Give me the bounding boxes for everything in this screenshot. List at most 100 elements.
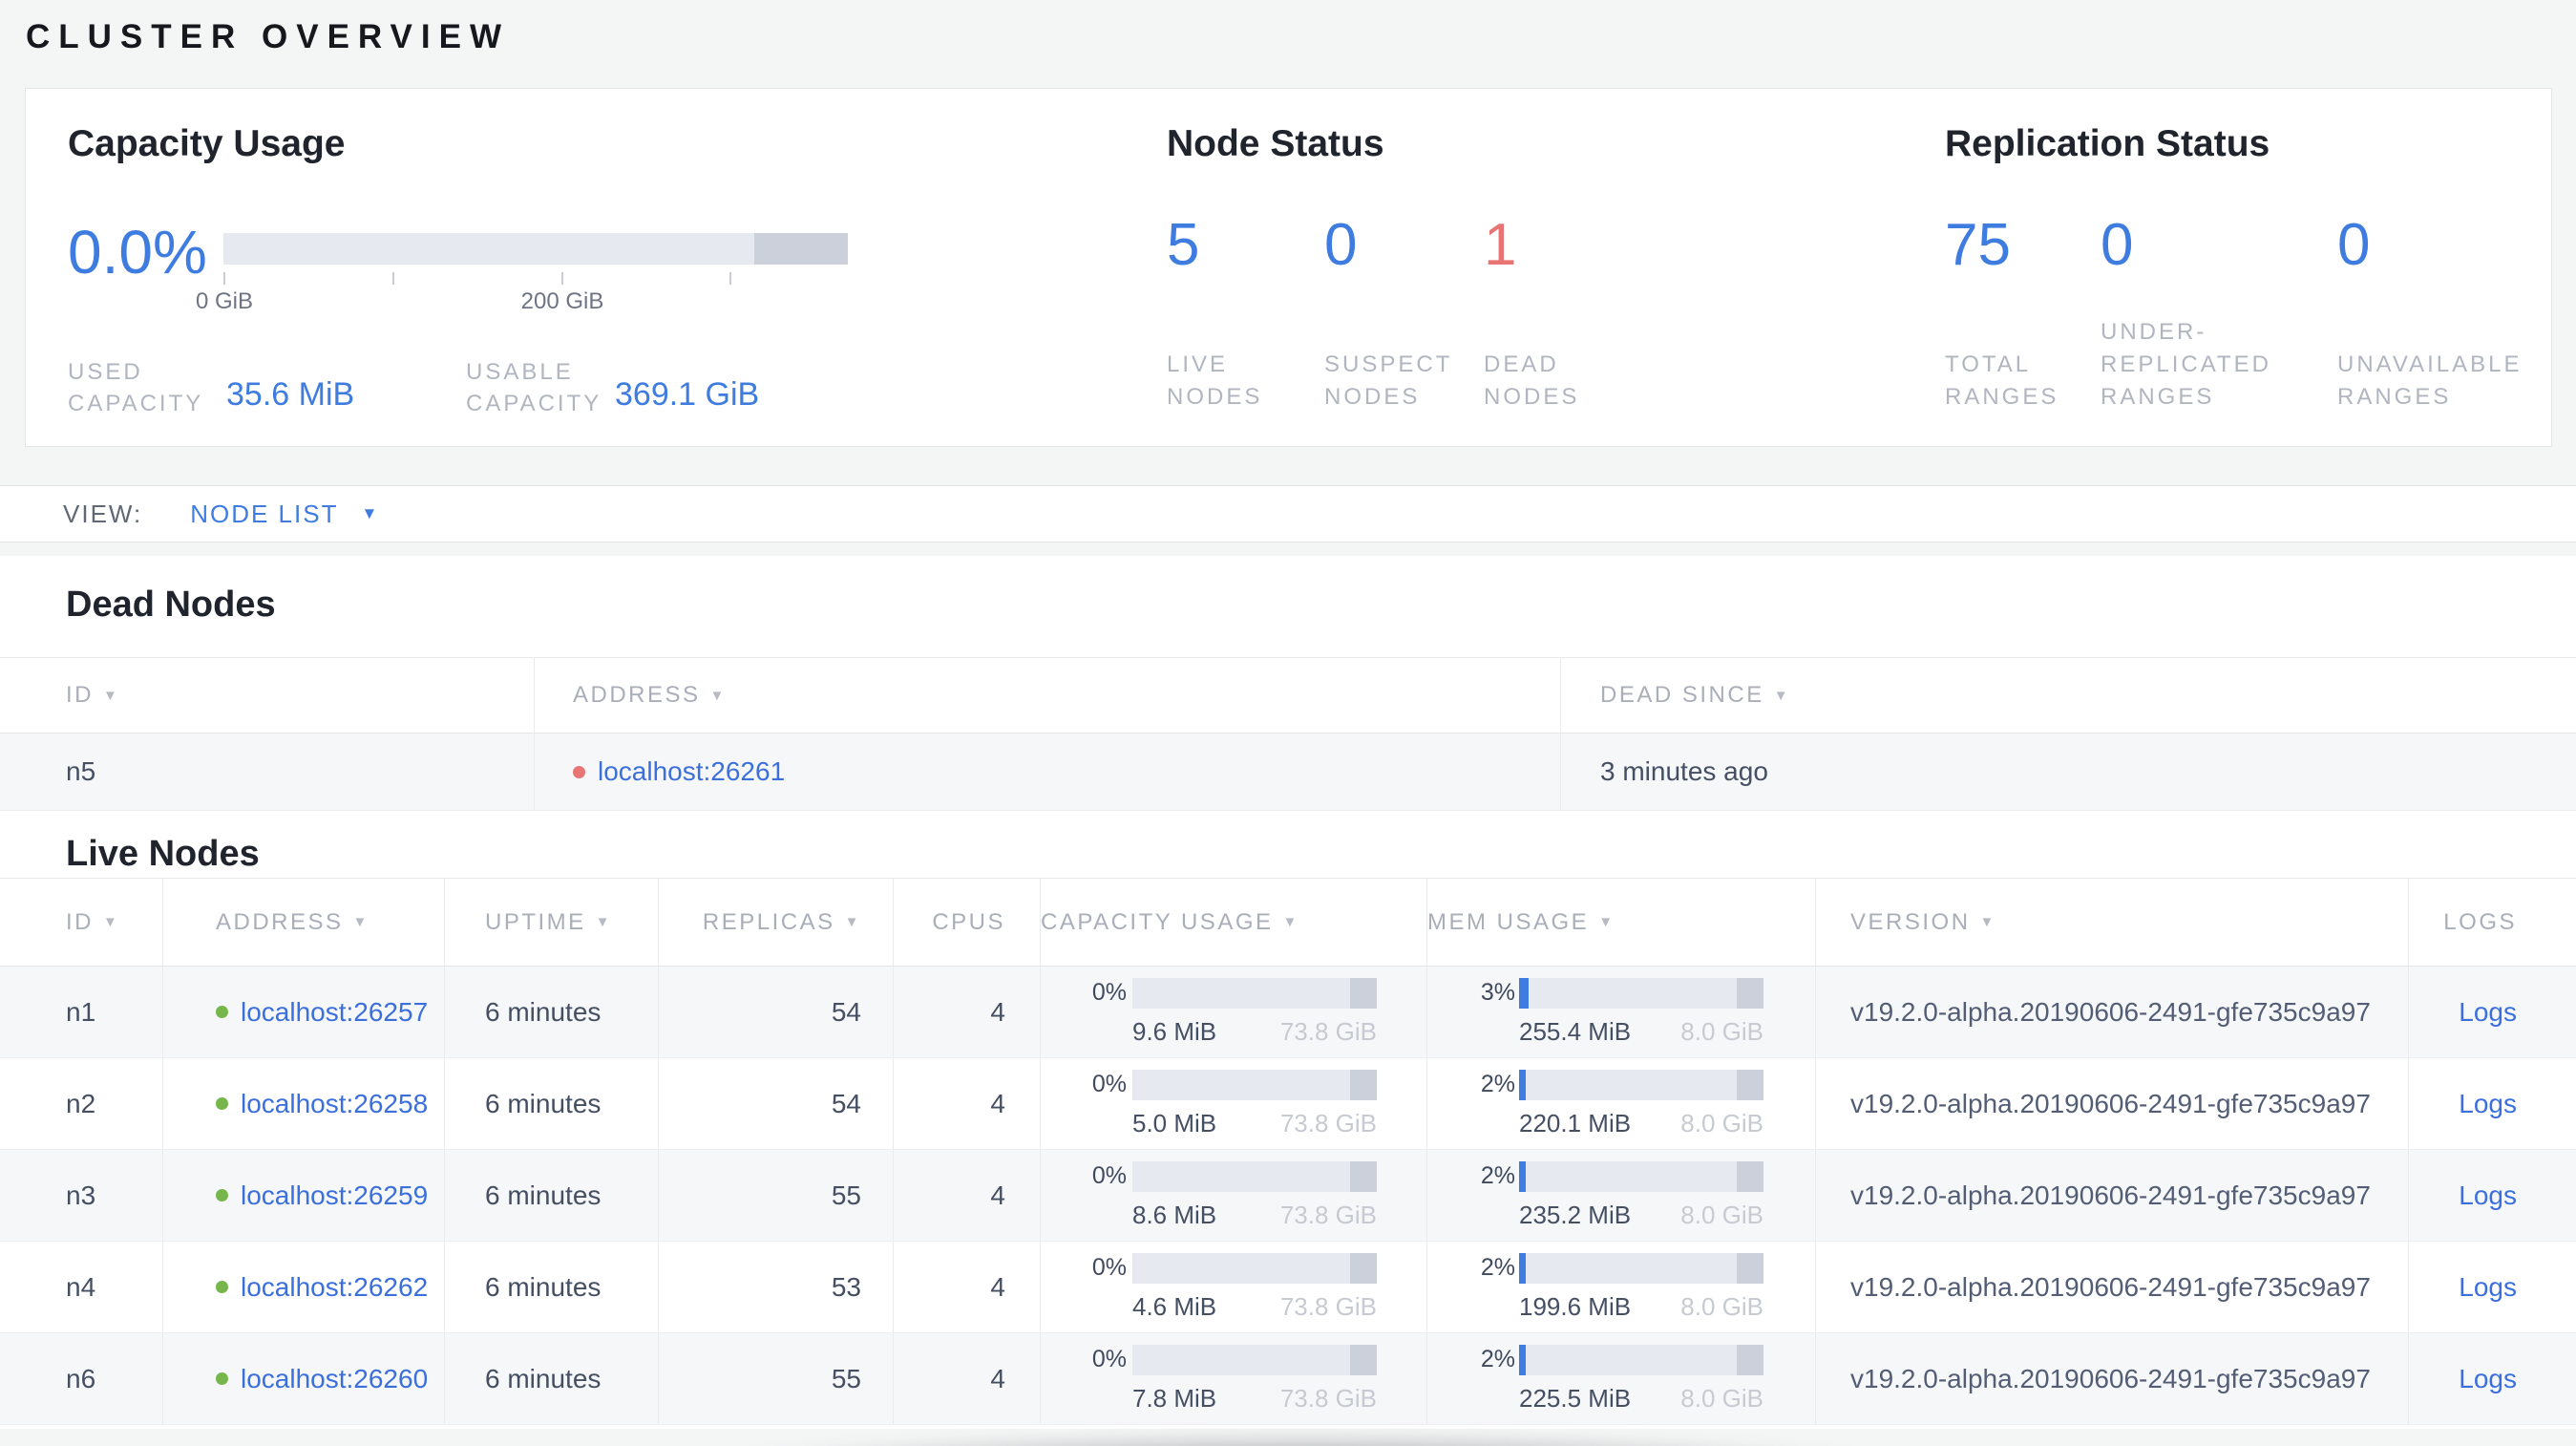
node-id: n1	[66, 996, 96, 1027]
capacity-bar-group: 0% 5.0 MiB 73.8 GiB	[1041, 1069, 1426, 1138]
live-node-row: n2 localhost:26258 6 minutes 54 4 0% 5.0 MiB 73…	[0, 1058, 2576, 1150]
capacity-percent: 0%	[1091, 979, 1127, 1006]
col-header-capacity-usage[interactable]: CAPACITY USAGE ▼	[1040, 879, 1426, 966]
node-cpus: 4	[893, 1150, 1040, 1241]
node-logs-cell: Logs	[2408, 1058, 2576, 1149]
node-replicas: 54	[658, 1058, 893, 1149]
node-capacity-usage-cell: 0% 5.0 MiB 73.8 GiB	[1040, 1058, 1426, 1149]
col-header-id[interactable]: ID ▼	[0, 658, 534, 733]
node-address-cell: localhost:26260	[162, 1333, 444, 1424]
logs-link[interactable]: Logs	[2459, 997, 2517, 1028]
view-bar: VIEW: NODE LIST ▼	[0, 485, 2576, 542]
node-replicas: 55	[658, 1333, 893, 1424]
node-id: n6	[66, 1363, 96, 1393]
node-mem-usage-cell: 2% 235.2 MiB 8.0 GiB	[1426, 1150, 1815, 1241]
live-node-row: n6 localhost:26260 6 minutes 55 4 0% 7.8 MiB 73…	[0, 1333, 2576, 1425]
under-replicated-count: 0	[2101, 212, 2134, 278]
logs-link[interactable]: Logs	[2459, 1272, 2517, 1303]
live-status-dot	[216, 1006, 228, 1018]
node-address-link[interactable]: localhost:26258	[241, 1089, 428, 1119]
col-header-version[interactable]: VERSION ▼	[1815, 879, 2408, 966]
node-mem-usage-cell: 2% 199.6 MiB 8.0 GiB	[1426, 1242, 1815, 1332]
capacity-bar-group: 0% 8.6 MiB 73.8 GiB	[1041, 1160, 1426, 1230]
total-ranges-stat: 75 TOTAL RANGES	[1945, 211, 2056, 414]
node-capacity-usage-cell: 0% 9.6 MiB 73.8 GiB	[1040, 967, 1426, 1057]
suspect-nodes-stat: 0 SUSPECT NODES	[1324, 211, 1449, 414]
memory-used: 255.4 MiB	[1519, 1016, 1632, 1046]
logs-link[interactable]: Logs	[2459, 1364, 2517, 1394]
capacity-bar-reserved-segment	[753, 233, 848, 265]
node-address-link[interactable]: localhost:26261	[598, 756, 785, 787]
node-cpus: 4	[893, 1242, 1040, 1332]
node-address-link[interactable]: localhost:26260	[241, 1364, 428, 1394]
col-header-uptime[interactable]: UPTIME ▼	[444, 879, 658, 966]
col-header-address[interactable]: ADDRESS ▼	[162, 879, 444, 966]
node-uptime: 6 minutes	[444, 1058, 658, 1149]
node-address-link[interactable]: localhost:26257	[241, 997, 428, 1028]
logs-link[interactable]: Logs	[2459, 1180, 2517, 1211]
view-label: VIEW:	[63, 499, 143, 528]
sort-desc-icon: ▼	[595, 914, 613, 930]
col-header-replicas[interactable]: REPLICAS ▼	[658, 879, 893, 966]
live-nodes-count: 5	[1167, 212, 1200, 278]
node-status-title: Node Status	[1167, 123, 1384, 164]
capacity-bar: 0 GiB 200 GiB	[196, 233, 848, 314]
memory-total: 8.0 GiB	[1680, 1016, 1763, 1046]
capacity-total: 73.8 GiB	[1279, 1108, 1377, 1138]
node-version: v19.2.0-alpha.20190606-2491-gfe735c9a97	[1815, 1150, 2408, 1241]
sort-desc-icon: ▼	[352, 914, 370, 930]
sort-desc-icon: ▼	[709, 687, 727, 704]
memory-bar	[1519, 1252, 1763, 1284]
node-replicas: 53	[658, 1242, 893, 1332]
memory-bar	[1519, 1069, 1763, 1100]
node-address-link[interactable]: localhost:26259	[241, 1180, 428, 1211]
capacity-percent: 0.0%	[68, 218, 207, 287]
dead-nodes-heading: Dead Nodes	[66, 585, 276, 625]
capacity-total: 73.8 GiB	[1279, 1291, 1377, 1321]
node-logs-cell: Logs	[2408, 1150, 2576, 1241]
col-header-mem-usage[interactable]: MEM USAGE ▼	[1426, 879, 1815, 966]
node-id: n3	[66, 1180, 96, 1210]
dead-nodes-table-body: n5 localhost:26261 3 minutes ago	[0, 734, 2576, 811]
usable-capacity-label: USABLE CAPACITY	[466, 359, 602, 416]
node-replicas: 55	[658, 1150, 893, 1241]
live-status-dot	[216, 1281, 228, 1293]
dead-nodes-table-header: ID ▼ ADDRESS ▼ DEAD SINCE ▼	[0, 657, 2576, 734]
node-address-link[interactable]: localhost:26262	[241, 1272, 428, 1303]
axis-tick	[729, 272, 731, 285]
total-ranges-count: 75	[1945, 212, 2011, 278]
capacity-used: 9.6 MiB	[1132, 1016, 1217, 1046]
live-node-row: n4 localhost:26262 6 minutes 53 4 0% 4.6 MiB 73…	[0, 1242, 2576, 1333]
sort-desc-icon: ▼	[103, 914, 120, 930]
node-mem-usage-cell: 3% 255.4 MiB 8.0 GiB	[1426, 967, 1815, 1057]
node-address-cell: localhost:26259	[162, 1150, 444, 1241]
live-nodes-table-body: n1 localhost:26257 6 minutes 54 4 0% 9.6 MiB 73…	[0, 967, 2576, 1425]
memory-bar-group: 2% 220.1 MiB 8.0 GiB	[1427, 1069, 1815, 1138]
col-header-logs: LOGS	[2408, 879, 2576, 966]
axis-tick	[223, 272, 225, 285]
memory-percent: 2%	[1480, 1162, 1515, 1189]
col-header-dead-since[interactable]: DEAD SINCE ▼	[1560, 658, 2576, 733]
dead-nodes-count: 1	[1484, 212, 1517, 278]
node-capacity-usage-cell: 0% 7.8 MiB 73.8 GiB	[1040, 1333, 1426, 1424]
replication-status-section: Replication Status 75 TOTAL RANGES 0 UND…	[1920, 89, 2550, 446]
view-selector-dropdown[interactable]: NODE LIST ▼	[190, 500, 377, 529]
col-header-address[interactable]: ADDRESS ▼	[534, 658, 1560, 733]
sort-desc-icon: ▼	[103, 687, 120, 704]
col-header-id[interactable]: ID ▼	[0, 879, 162, 966]
capacity-percent: 0%	[1091, 1346, 1127, 1372]
node-uptime: 6 minutes	[444, 1150, 658, 1241]
memory-total: 8.0 GiB	[1680, 1200, 1763, 1229]
cluster-summary-panel: Capacity Usage 0.0% 0 GiB 200 GiB USED C…	[25, 88, 2552, 447]
live-status-dot	[216, 1372, 228, 1385]
live-nodes-label: LIVE NODES	[1167, 351, 1263, 410]
col-header-cpus: CPUS	[893, 879, 1040, 966]
node-logs-cell: Logs	[2408, 1333, 2576, 1424]
capacity-total: 73.8 GiB	[1279, 1200, 1377, 1229]
memory-bar-group: 3% 255.4 MiB 8.0 GiB	[1427, 977, 1815, 1047]
capacity-percent: 0%	[1091, 1071, 1127, 1097]
memory-bar-group: 2% 225.5 MiB 8.0 GiB	[1427, 1344, 1815, 1414]
logs-link[interactable]: Logs	[2459, 1089, 2517, 1119]
dead-nodes-table: ID ▼ ADDRESS ▼ DEAD SINCE ▼ n5 localhost:26261…	[0, 657, 2576, 811]
live-status-dot	[216, 1097, 228, 1110]
